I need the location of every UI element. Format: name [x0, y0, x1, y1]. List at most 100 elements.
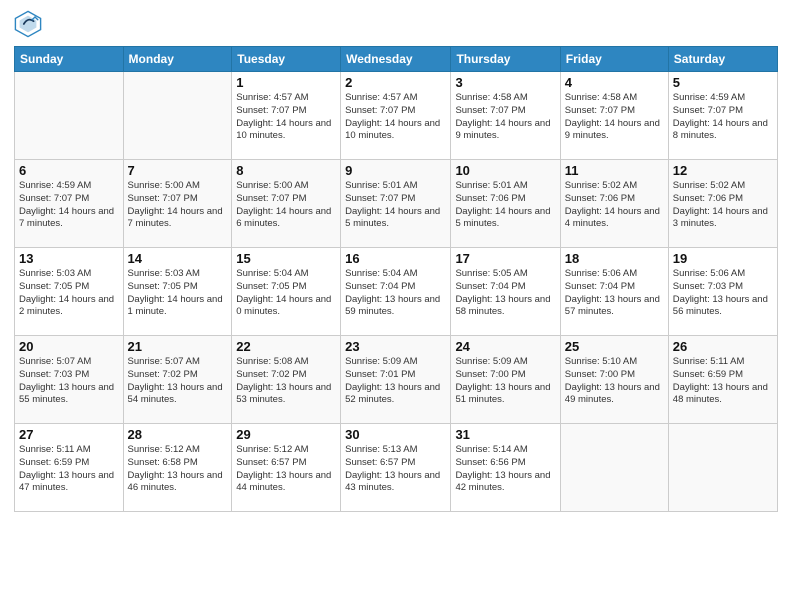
day-info: Sunrise: 5:01 AM Sunset: 7:07 PM Dayligh… — [345, 180, 446, 231]
day-number: 19 — [673, 251, 773, 266]
day-info: Sunrise: 5:04 AM Sunset: 7:05 PM Dayligh… — [236, 268, 336, 319]
day-info: Sunrise: 5:14 AM Sunset: 6:56 PM Dayligh… — [455, 444, 555, 495]
day-number: 16 — [345, 251, 446, 266]
calendar-cell: 13 Sunrise: 5:03 AM Sunset: 7:05 PM Dayli… — [15, 248, 124, 336]
day-number: 13 — [19, 251, 119, 266]
day-number: 12 — [673, 163, 773, 178]
calendar-cell: 7 Sunrise: 5:00 AM Sunset: 7:07 PM Daylig… — [123, 160, 232, 248]
day-number: 26 — [673, 339, 773, 354]
day-number: 10 — [455, 163, 555, 178]
calendar-cell: 4 Sunrise: 4:58 AM Sunset: 7:07 PM Daylig… — [560, 72, 668, 160]
calendar-cell: 8 Sunrise: 5:00 AM Sunset: 7:07 PM Daylig… — [232, 160, 341, 248]
calendar-cell: 11 Sunrise: 5:02 AM Sunset: 7:06 PM Dayli… — [560, 160, 668, 248]
day-info: Sunrise: 5:11 AM Sunset: 6:59 PM Dayligh… — [673, 356, 773, 407]
weekday-header-friday: Friday — [560, 47, 668, 72]
calendar-cell: 19 Sunrise: 5:06 AM Sunset: 7:03 PM Dayli… — [668, 248, 777, 336]
calendar-week-row: 6 Sunrise: 4:59 AM Sunset: 7:07 PM Daylig… — [15, 160, 778, 248]
day-number: 14 — [128, 251, 228, 266]
calendar-week-row: 27 Sunrise: 5:11 AM Sunset: 6:59 PM Dayli… — [15, 424, 778, 512]
day-number: 22 — [236, 339, 336, 354]
day-number: 21 — [128, 339, 228, 354]
day-number: 25 — [565, 339, 664, 354]
day-number: 24 — [455, 339, 555, 354]
calendar-cell: 31Sunrise: 5:14 AM Sunset: 6:56 PM Dayli… — [451, 424, 560, 512]
day-number: 3 — [455, 75, 555, 90]
calendar-cell: 26 Sunrise: 5:11 AM Sunset: 6:59 PM Dayli… — [668, 336, 777, 424]
calendar-cell: 24Sunrise: 5:09 AM Sunset: 7:00 PM Dayli… — [451, 336, 560, 424]
day-info: Sunrise: 5:01 AM Sunset: 7:06 PM Dayligh… — [455, 180, 555, 231]
day-number: 30 — [345, 427, 446, 442]
day-number: 18 — [565, 251, 664, 266]
calendar-cell: 20 Sunrise: 5:07 AM Sunset: 7:03 PM Dayli… — [15, 336, 124, 424]
day-number: 5 — [673, 75, 773, 90]
day-number: 29 — [236, 427, 336, 442]
calendar-cell: 3Sunrise: 4:58 AM Sunset: 7:07 PM Daylig… — [451, 72, 560, 160]
weekday-header-sunday: Sunday — [15, 47, 124, 72]
day-info: Sunrise: 4:58 AM Sunset: 7:07 PM Dayligh… — [565, 92, 664, 143]
day-info: Sunrise: 5:13 AM Sunset: 6:57 PM Dayligh… — [345, 444, 446, 495]
calendar-body: 1 Sunrise: 4:57 AM Sunset: 7:07 PM Daylig… — [15, 72, 778, 512]
day-info: Sunrise: 4:59 AM Sunset: 7:07 PM Dayligh… — [19, 180, 119, 231]
day-info: Sunrise: 5:06 AM Sunset: 7:03 PM Dayligh… — [673, 268, 773, 319]
day-number: 2 — [345, 75, 446, 90]
day-number: 15 — [236, 251, 336, 266]
calendar-cell: 15 Sunrise: 5:04 AM Sunset: 7:05 PM Dayli… — [232, 248, 341, 336]
calendar-cell: 2 Sunrise: 4:57 AM Sunset: 7:07 PM Daylig… — [341, 72, 451, 160]
day-info: Sunrise: 5:05 AM Sunset: 7:04 PM Dayligh… — [455, 268, 555, 319]
day-info: Sunrise: 5:02 AM Sunset: 7:06 PM Dayligh… — [565, 180, 664, 231]
logo — [14, 10, 44, 38]
calendar-cell: 27 Sunrise: 5:11 AM Sunset: 6:59 PM Dayli… — [15, 424, 124, 512]
calendar-cell: 12 Sunrise: 5:02 AM Sunset: 7:06 PM Dayli… — [668, 160, 777, 248]
day-info: Sunrise: 5:12 AM Sunset: 6:57 PM Dayligh… — [236, 444, 336, 495]
calendar-cell: 22Sunrise: 5:08 AM Sunset: 7:02 PM Dayli… — [232, 336, 341, 424]
day-info: Sunrise: 5:00 AM Sunset: 7:07 PM Dayligh… — [128, 180, 228, 231]
day-number: 8 — [236, 163, 336, 178]
day-info: Sunrise: 5:09 AM Sunset: 7:01 PM Dayligh… — [345, 356, 446, 407]
calendar-header: SundayMondayTuesdayWednesdayThursdayFrid… — [15, 47, 778, 72]
weekday-header-row: SundayMondayTuesdayWednesdayThursdayFrid… — [15, 47, 778, 72]
logo-icon — [14, 10, 42, 38]
calendar-cell: 21Sunrise: 5:07 AM Sunset: 7:02 PM Dayli… — [123, 336, 232, 424]
day-info: Sunrise: 4:57 AM Sunset: 7:07 PM Dayligh… — [236, 92, 336, 143]
calendar-cell — [560, 424, 668, 512]
weekday-header-thursday: Thursday — [451, 47, 560, 72]
day-number: 7 — [128, 163, 228, 178]
day-number: 17 — [455, 251, 555, 266]
calendar-cell: 28 Sunrise: 5:12 AM Sunset: 6:58 PM Dayli… — [123, 424, 232, 512]
calendar-cell — [15, 72, 124, 160]
calendar-cell: 5 Sunrise: 4:59 AM Sunset: 7:07 PM Daylig… — [668, 72, 777, 160]
day-info: Sunrise: 5:07 AM Sunset: 7:03 PM Dayligh… — [19, 356, 119, 407]
day-info: Sunrise: 4:57 AM Sunset: 7:07 PM Dayligh… — [345, 92, 446, 143]
calendar-week-row: 1 Sunrise: 4:57 AM Sunset: 7:07 PM Daylig… — [15, 72, 778, 160]
day-number: 27 — [19, 427, 119, 442]
day-info: Sunrise: 5:00 AM Sunset: 7:07 PM Dayligh… — [236, 180, 336, 231]
calendar-week-row: 13 Sunrise: 5:03 AM Sunset: 7:05 PM Dayli… — [15, 248, 778, 336]
day-info: Sunrise: 5:03 AM Sunset: 7:05 PM Dayligh… — [19, 268, 119, 319]
day-number: 23 — [345, 339, 446, 354]
day-number: 4 — [565, 75, 664, 90]
page-container: SundayMondayTuesdayWednesdayThursdayFrid… — [0, 0, 792, 522]
day-number: 6 — [19, 163, 119, 178]
weekday-header-tuesday: Tuesday — [232, 47, 341, 72]
calendar-cell: 14 Sunrise: 5:03 AM Sunset: 7:05 PM Dayli… — [123, 248, 232, 336]
day-info: Sunrise: 5:12 AM Sunset: 6:58 PM Dayligh… — [128, 444, 228, 495]
calendar-cell: 6 Sunrise: 4:59 AM Sunset: 7:07 PM Daylig… — [15, 160, 124, 248]
weekday-header-monday: Monday — [123, 47, 232, 72]
calendar-week-row: 20 Sunrise: 5:07 AM Sunset: 7:03 PM Dayli… — [15, 336, 778, 424]
day-info: Sunrise: 5:11 AM Sunset: 6:59 PM Dayligh… — [19, 444, 119, 495]
day-number: 28 — [128, 427, 228, 442]
day-info: Sunrise: 4:59 AM Sunset: 7:07 PM Dayligh… — [673, 92, 773, 143]
calendar-cell: 25Sunrise: 5:10 AM Sunset: 7:00 PM Dayli… — [560, 336, 668, 424]
calendar-table: SundayMondayTuesdayWednesdayThursdayFrid… — [14, 46, 778, 512]
weekday-header-saturday: Saturday — [668, 47, 777, 72]
calendar-cell: 29 Sunrise: 5:12 AM Sunset: 6:57 PM Dayli… — [232, 424, 341, 512]
day-number: 20 — [19, 339, 119, 354]
day-number: 1 — [236, 75, 336, 90]
day-info: Sunrise: 5:04 AM Sunset: 7:04 PM Dayligh… — [345, 268, 446, 319]
day-number: 11 — [565, 163, 664, 178]
calendar-cell: 17 Sunrise: 5:05 AM Sunset: 7:04 PM Dayli… — [451, 248, 560, 336]
day-info: Sunrise: 5:02 AM Sunset: 7:06 PM Dayligh… — [673, 180, 773, 231]
calendar-cell — [123, 72, 232, 160]
day-info: Sunrise: 5:03 AM Sunset: 7:05 PM Dayligh… — [128, 268, 228, 319]
calendar-cell: 16 Sunrise: 5:04 AM Sunset: 7:04 PM Dayli… — [341, 248, 451, 336]
